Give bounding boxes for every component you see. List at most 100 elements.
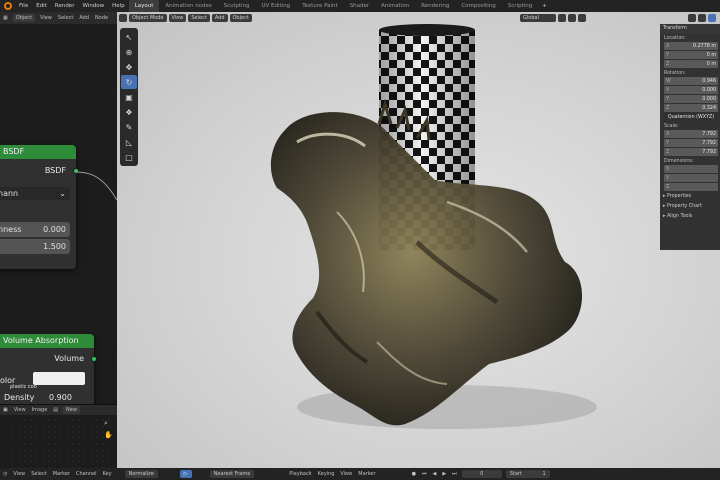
start-frame-field[interactable]: Start 1 xyxy=(505,470,550,478)
ior-value: 1.500 xyxy=(43,242,66,251)
rotation-mode-dropdown[interactable]: Quaternion (WXYZ) xyxy=(664,113,718,121)
location-x-field[interactable]: X 0.2778 m xyxy=(664,42,718,50)
playback-menu[interactable]: Playback xyxy=(286,471,314,477)
menu-view[interactable]: View xyxy=(10,471,28,477)
keying-menu[interactable]: Keying xyxy=(315,471,338,477)
snap-mode-dropdown[interactable]: Nearest Frame xyxy=(209,470,255,478)
bsdf-node-title: BSDF xyxy=(0,145,76,159)
start-frame-value: 1 xyxy=(542,471,546,477)
menu-select[interactable]: Select xyxy=(55,15,76,21)
distribution-dropdown[interactable]: nann ⌄ xyxy=(0,187,70,200)
tab-sculpting[interactable]: Sculpting xyxy=(218,0,256,12)
new-image-button[interactable]: New xyxy=(63,406,80,414)
tab-compositing[interactable]: Compositing xyxy=(455,0,501,12)
location-z-field[interactable]: Z0 m xyxy=(664,60,718,68)
timeline-header: ◷ View Select Marker Channel Key Normali… xyxy=(0,468,720,480)
bsdf-node[interactable]: BSDF BSDF nann ⌄ nness 0.000 1.500 xyxy=(0,145,79,269)
roughness-field[interactable]: nness 0.000 xyxy=(0,222,70,237)
play-icon[interactable]: ▶ xyxy=(439,471,449,477)
menu-select[interactable]: Select xyxy=(28,471,49,477)
zoom-icon[interactable]: ⌕ xyxy=(104,419,108,428)
tab-scripting[interactable]: Scripting xyxy=(502,0,538,12)
menu-marker-timeline[interactable]: Marker xyxy=(355,471,378,477)
menu-window[interactable]: Window xyxy=(78,3,108,9)
sidebar-n-panel: Transform Location: X 0.2778 m Y0 m Z0 m … xyxy=(660,24,720,250)
tab-layout[interactable]: Layout xyxy=(128,0,160,12)
roughness-value: 0.000 xyxy=(43,225,66,234)
only-selected-icon[interactable]: ▷ xyxy=(179,470,192,478)
dimension-x-field[interactable]: X xyxy=(664,165,718,173)
record-icon[interactable]: ● xyxy=(409,471,419,477)
rotation-w-field[interactable]: W 0.946 xyxy=(664,77,718,85)
dimension-y-field[interactable]: Y xyxy=(664,174,718,182)
menu-add[interactable]: Add xyxy=(76,15,92,21)
scale-z-field[interactable]: Z 7.792 xyxy=(664,148,718,156)
scale-x-field[interactable]: X 7.792 xyxy=(664,130,718,138)
current-frame-field[interactable]: 0 xyxy=(461,470,502,478)
editor-type-icon[interactable]: ▣ xyxy=(0,407,11,413)
jump-end-icon[interactable]: ⏭ xyxy=(449,471,460,477)
color-sublabel: plastic coo xyxy=(10,384,37,390)
density-value[interactable]: 0.900 xyxy=(49,393,72,402)
properties-panel-header[interactable]: ▸ Properties xyxy=(660,192,720,202)
blender-logo-icon[interactable] xyxy=(4,2,12,10)
menu-help[interactable]: Help xyxy=(108,3,129,9)
chevron-down-icon: ⌄ xyxy=(59,189,66,198)
menu-marker[interactable]: Marker xyxy=(50,471,73,477)
node-editor-header: ▦ Object View Select Add Node xyxy=(0,12,117,24)
shader-node-editor[interactable]: ▦ Object View Select Add Node BSDF BSDF … xyxy=(0,12,117,404)
menu-view[interactable]: View xyxy=(11,407,29,413)
scale-y-field[interactable]: Y 7.792 xyxy=(664,139,718,147)
node-link xyxy=(76,171,117,201)
play-reverse-icon[interactable]: ◀ xyxy=(429,471,439,477)
align-tools-panel-header[interactable]: ▸ Align Tools xyxy=(660,212,720,222)
start-frame-label: Start xyxy=(509,471,522,477)
tab-animation-nodes[interactable]: Animation nodes xyxy=(159,0,217,12)
bsdf-output-label: BSDF xyxy=(44,166,66,175)
density-label: Density xyxy=(4,393,35,402)
rotation-x-field[interactable]: X 0.000 xyxy=(664,86,718,94)
image-browse-icon[interactable]: ▤ xyxy=(50,407,61,413)
tab-rendering[interactable]: Rendering xyxy=(415,0,455,12)
tab-animation[interactable]: Animation xyxy=(375,0,415,12)
rendered-scene xyxy=(270,24,597,429)
image-canvas[interactable] xyxy=(10,417,114,469)
menu-edit[interactable]: Edit xyxy=(32,3,51,9)
volume-absorption-node[interactable]: Volume Absorption Volume olor plastic co… xyxy=(0,334,97,404)
3d-viewport[interactable]: Object Mode View Select Add Object Globa… xyxy=(117,12,720,468)
menu-render[interactable]: Render xyxy=(51,3,79,9)
normalize-toggle[interactable]: Normalize xyxy=(124,470,158,478)
tab-uv-editing[interactable]: UV Editing xyxy=(255,0,296,12)
rotation-label: Rotation: xyxy=(664,71,686,76)
add-workspace-icon[interactable]: + xyxy=(538,3,551,9)
object-mode-dropdown[interactable]: Object xyxy=(12,14,36,22)
volume-output-socket[interactable] xyxy=(91,356,97,362)
tab-shader[interactable]: Shader xyxy=(344,0,375,12)
volume-output-label: Volume xyxy=(54,354,84,363)
location-y-field[interactable]: Y0 m xyxy=(664,51,718,59)
tab-texture-paint[interactable]: Texture Paint xyxy=(296,0,344,12)
menu-file[interactable]: File xyxy=(15,3,32,9)
menu-image[interactable]: Image xyxy=(29,407,51,413)
menu-key[interactable]: Key xyxy=(100,471,115,477)
dimensions-label: Dimensions: xyxy=(664,159,694,164)
rotation-y-field[interactable]: Y 0.000 xyxy=(664,95,718,103)
menu-view[interactable]: View xyxy=(37,15,55,21)
editor-type-icon[interactable]: ▦ xyxy=(0,15,11,21)
menu-node[interactable]: Node xyxy=(92,15,111,21)
editor-type-icon[interactable]: ◷ xyxy=(0,471,10,477)
menu-view-timeline[interactable]: View xyxy=(337,471,355,477)
image-editor-header: ▣ View Image ▤ New xyxy=(0,405,117,415)
transform-panel-title[interactable]: Transform xyxy=(660,24,720,34)
menu-channel[interactable]: Channel xyxy=(73,471,100,477)
color-swatch[interactable] xyxy=(33,372,85,385)
location-label: Location: xyxy=(664,36,686,41)
hand-pan-icon[interactable]: ✋ xyxy=(104,431,113,439)
property-chart-panel-header[interactable]: ▸ Property Chart xyxy=(660,202,720,212)
scale-label: Scale: xyxy=(664,124,679,129)
rotation-z-field[interactable]: Z 0.324 xyxy=(664,104,718,112)
jump-start-icon[interactable]: ⏮ xyxy=(419,471,430,477)
dimension-z-field[interactable]: Z xyxy=(664,183,718,191)
ior-field[interactable]: 1.500 xyxy=(0,239,70,254)
image-editor-panel[interactable]: ▣ View Image ▤ New ⌕ ✋ xyxy=(0,404,117,469)
